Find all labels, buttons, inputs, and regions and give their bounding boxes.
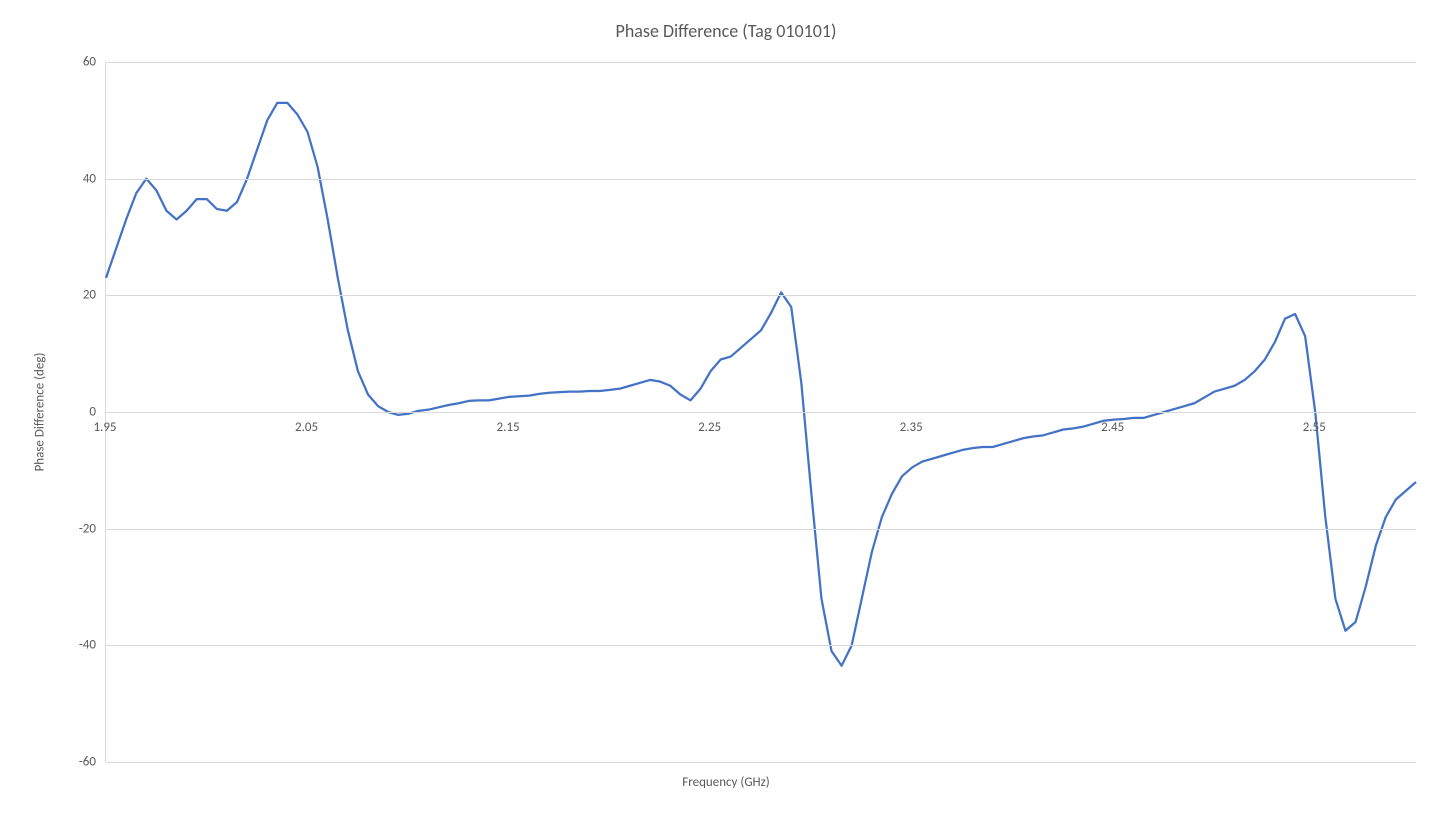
y-tick-label: 20 <box>56 288 96 303</box>
x-tick-label: 2.25 <box>698 420 721 435</box>
gridline <box>106 529 1416 530</box>
chart-title: Phase Difference (Tag 010101) <box>0 20 1452 42</box>
x-tick-label: 2.05 <box>295 420 318 435</box>
x-tick-label: 1.95 <box>93 420 116 435</box>
gridline <box>106 762 1416 763</box>
gridline <box>106 179 1416 180</box>
x-axis-title: Frequency (GHz) <box>682 775 769 790</box>
chart-container: Phase Difference (Tag 010101) Phase Diff… <box>0 0 1452 814</box>
y-tick-label: -40 <box>56 638 96 653</box>
gridline <box>106 645 1416 646</box>
series-path <box>106 103 1416 666</box>
y-tick-label: 0 <box>56 405 96 420</box>
y-tick-label: 40 <box>56 171 96 186</box>
x-tick-label: 2.35 <box>900 420 923 435</box>
plot-area <box>105 62 1416 762</box>
y-tick-label: -60 <box>56 755 96 770</box>
gridline <box>106 62 1416 63</box>
x-tick-label: 2.15 <box>497 420 520 435</box>
gridline <box>106 295 1416 296</box>
y-tick-label: -20 <box>56 521 96 536</box>
gridline <box>106 412 1416 413</box>
y-axis-title: Phase Difference (deg) <box>33 353 48 472</box>
y-tick-label: 60 <box>56 55 96 70</box>
x-tick-label: 2.55 <box>1303 420 1326 435</box>
x-tick-label: 2.45 <box>1101 420 1124 435</box>
